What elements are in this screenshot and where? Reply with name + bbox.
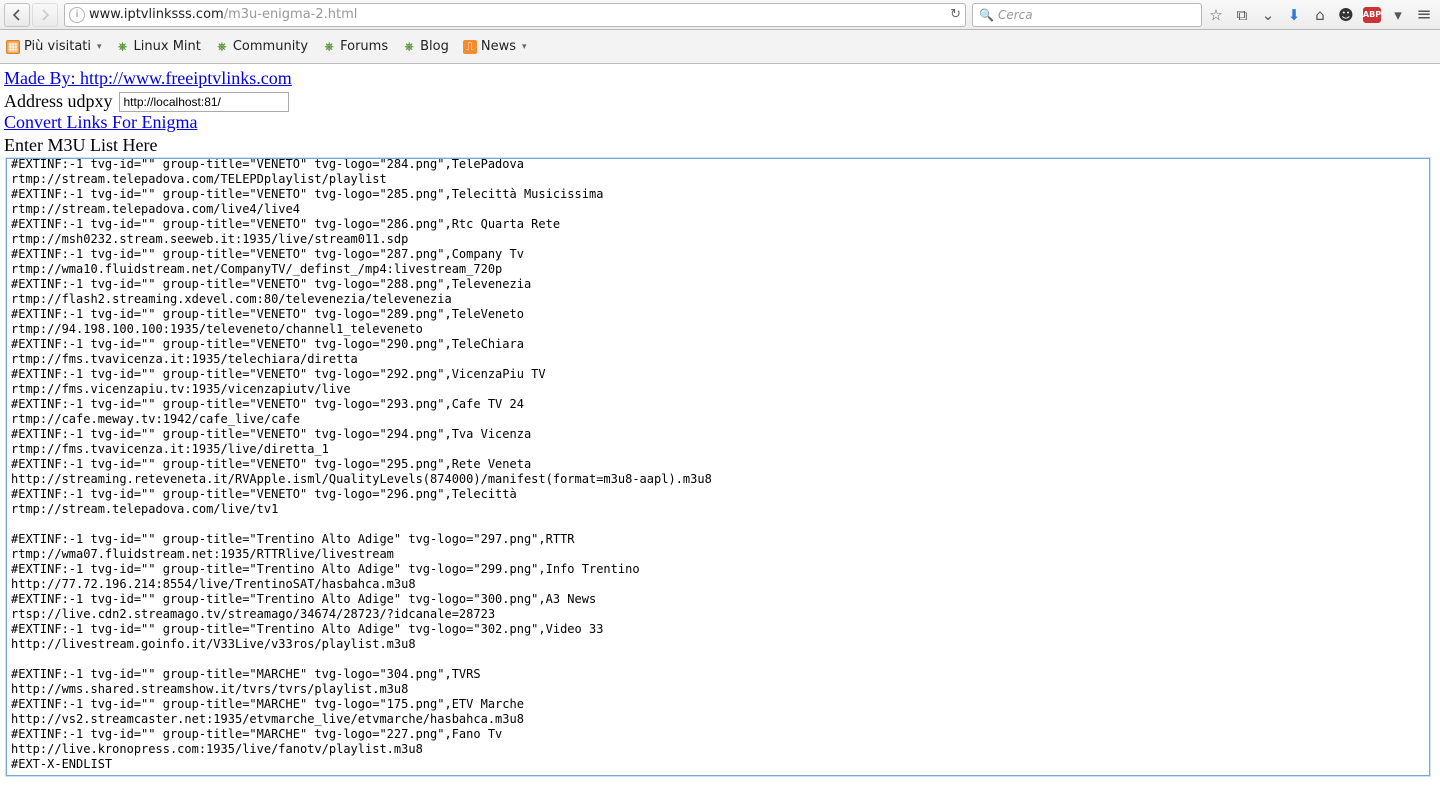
address-input[interactable] [119, 92, 289, 112]
downloads-icon[interactable]: ⬇ [1282, 3, 1306, 27]
bookmark-label: Più visitati [24, 39, 91, 54]
convert-links-link[interactable]: Convert Links For Enigma [4, 112, 197, 132]
mint-icon: ⎈ [322, 40, 336, 54]
mint-icon: ⎈ [116, 40, 130, 54]
mint-icon: ⎈ [402, 40, 416, 54]
page-content: Made By: http://www.freeiptvlinks.com Ad… [0, 64, 1440, 788]
m3u-textarea[interactable] [6, 158, 1430, 776]
bookmark-label: Forums [340, 39, 388, 54]
bookmark-linux-mint[interactable]: ⎈ Linux Mint [116, 39, 201, 54]
url-path: /m3u-enigma-2.html [224, 7, 358, 22]
search-box[interactable]: 🔍 Cerca [972, 3, 1202, 27]
back-button[interactable] [4, 3, 30, 27]
bookmarks-toolbar: ▦ Più visitati ▾ ⎈ Linux Mint ⎈ Communit… [0, 30, 1440, 64]
bookmark-star-icon[interactable]: ☆ [1204, 3, 1228, 27]
pocket-icon[interactable]: ⌄ [1256, 3, 1280, 27]
bookmark-community[interactable]: ⎈ Community [215, 39, 308, 54]
bookmark-forums[interactable]: ⎈ Forums [322, 39, 388, 54]
bookmark-label: Blog [420, 39, 449, 54]
folder-icon: ▦ [6, 40, 20, 54]
bookmark-label: News [481, 39, 516, 54]
home-icon[interactable]: ⌂ [1308, 3, 1332, 27]
abp-icon[interactable]: ABP [1360, 3, 1384, 27]
chevron-down-icon[interactable]: ▾ [1386, 3, 1410, 27]
chat-icon[interactable]: ☻ [1334, 3, 1358, 27]
search-engine-icon: 🔍 [979, 8, 994, 22]
chevron-down-icon: ▾ [97, 42, 102, 52]
mint-icon: ⎈ [215, 40, 229, 54]
chevron-down-icon: ▾ [522, 42, 527, 52]
rss-icon: ⎍ [463, 40, 477, 54]
url-bar[interactable]: i www.iptvlinksss.com/m3u-enigma-2.html … [64, 3, 966, 27]
reading-list-icon[interactable]: ⧉ [1230, 3, 1254, 27]
m3u-list-label: Enter M3U List Here [4, 135, 1436, 156]
made-by-link[interactable]: Made By: http://www.freeiptvlinks.com [4, 68, 292, 88]
search-placeholder: Cerca [998, 8, 1033, 22]
bookmark-label: Community [233, 39, 308, 54]
forward-button[interactable] [32, 3, 58, 27]
bookmark-news[interactable]: ⎍ News ▾ [463, 39, 527, 54]
browser-toolbar: i www.iptvlinksss.com/m3u-enigma-2.html … [0, 0, 1440, 30]
url-text: www.iptvlinksss.com/m3u-enigma-2.html [89, 7, 946, 22]
back-arrow-icon [11, 9, 23, 21]
bookmark-label: Linux Mint [134, 39, 201, 54]
bookmark-most-visited[interactable]: ▦ Più visitati ▾ [6, 39, 102, 54]
url-host: www.iptvlinksss.com [89, 7, 224, 22]
bookmark-blog[interactable]: ⎈ Blog [402, 39, 449, 54]
menu-icon[interactable]: ≡ [1412, 3, 1436, 27]
address-label: Address udpxy [4, 91, 113, 112]
forward-arrow-icon [39, 9, 51, 21]
site-info-icon[interactable]: i [69, 7, 85, 23]
reload-icon[interactable]: ↻ [950, 7, 961, 22]
